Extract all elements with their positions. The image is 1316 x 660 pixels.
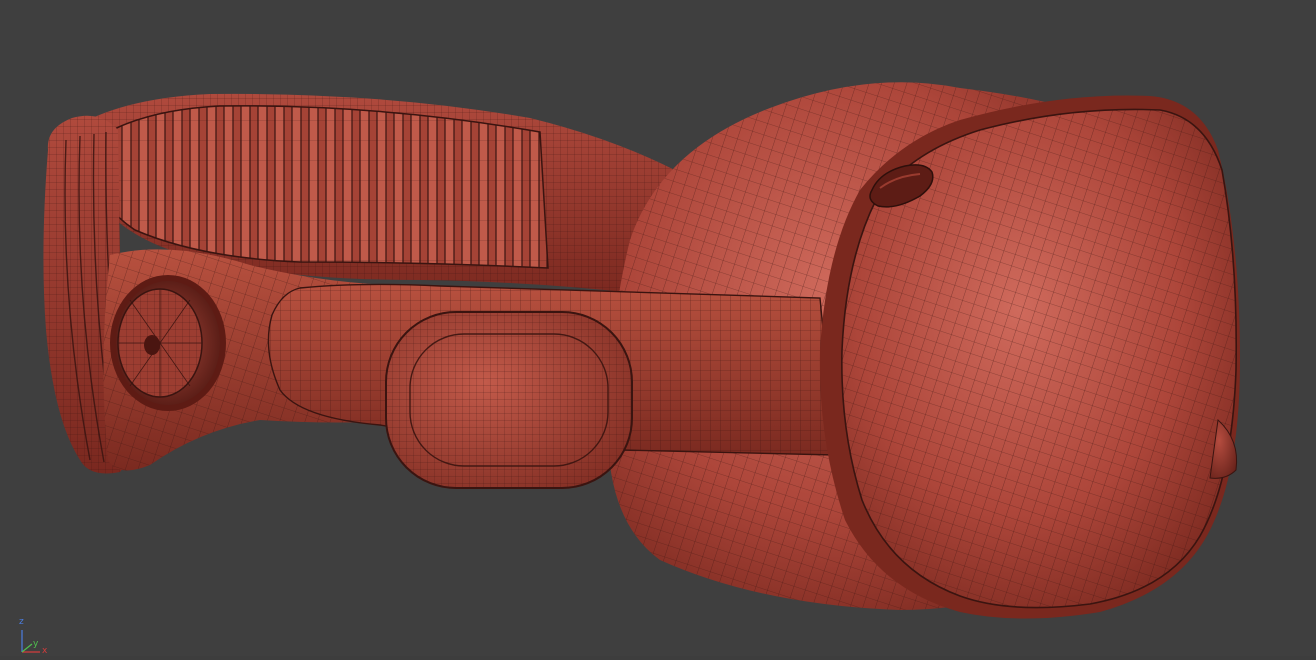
headset-model-render[interactable] xyxy=(0,0,1316,656)
3d-viewport[interactable]: z y x xyxy=(0,0,1316,656)
axis-y-label: y xyxy=(33,639,39,649)
axis-z-label: z xyxy=(19,617,24,627)
fit-dial-knob[interactable] xyxy=(110,275,226,411)
axis-x-label: x xyxy=(42,646,48,656)
axis-gizmo: z y x xyxy=(16,616,56,656)
audio-pod xyxy=(385,311,633,489)
